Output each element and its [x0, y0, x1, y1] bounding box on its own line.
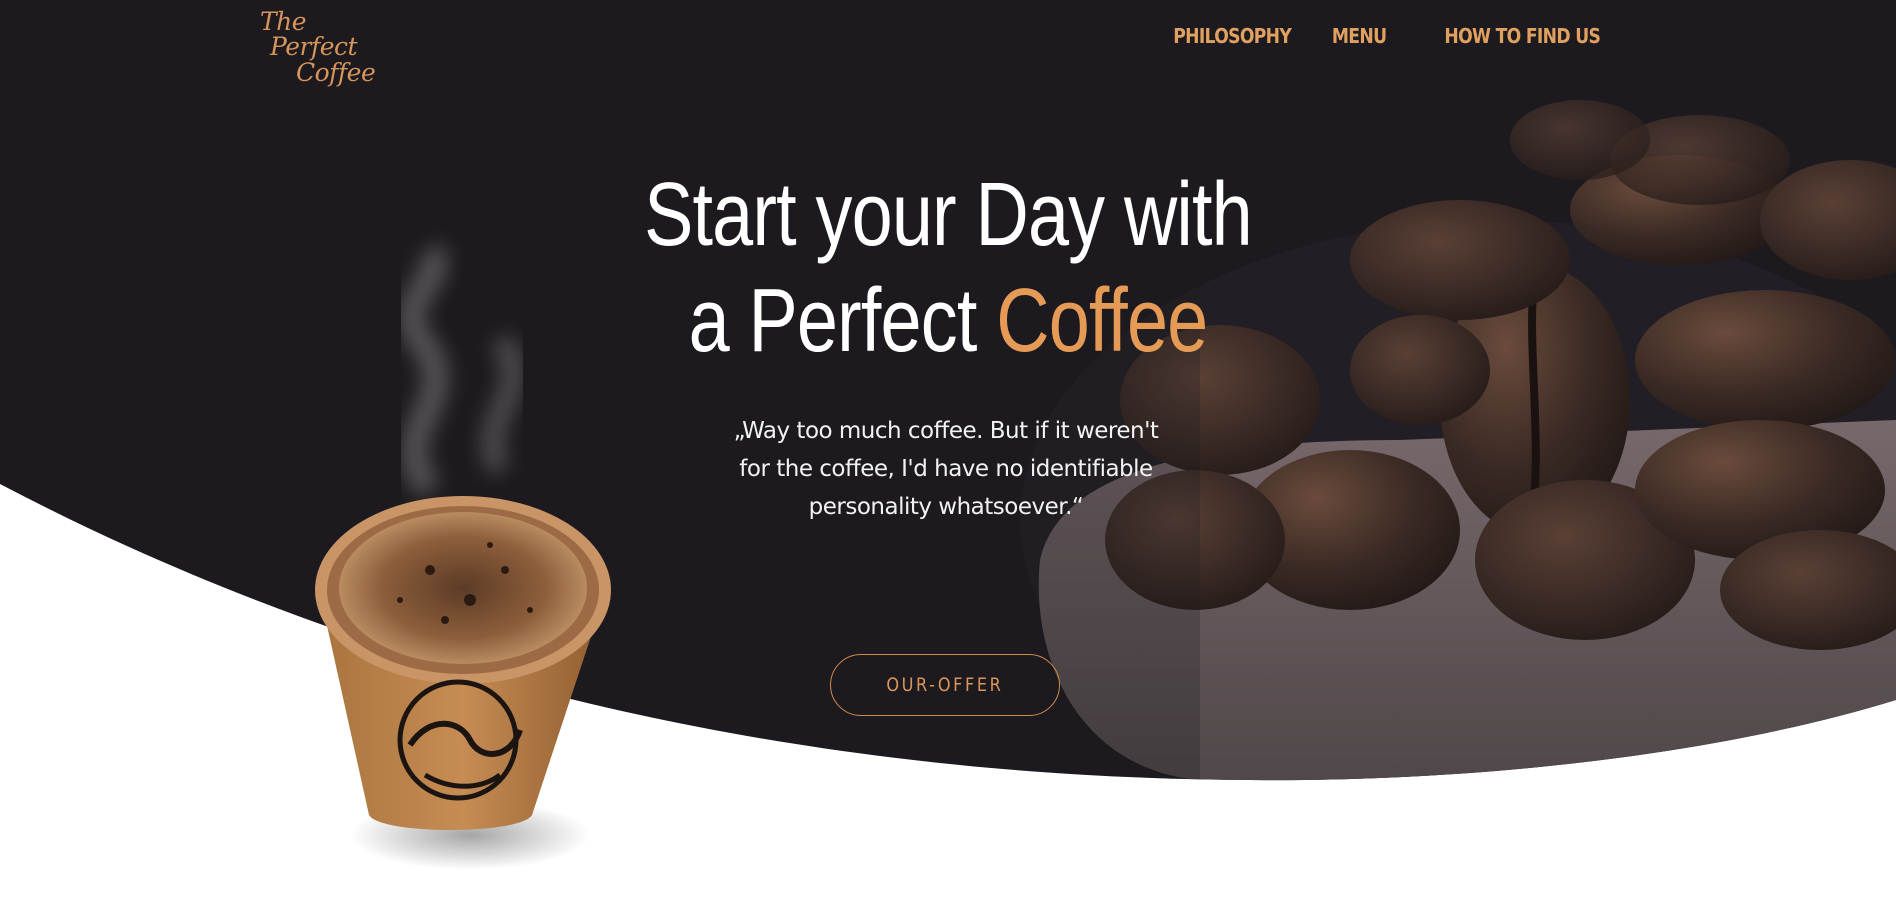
nav-link-philosophy[interactable]: PHILOSOPHY: [1173, 24, 1292, 48]
headline-line-2-prefix: a Perfect: [688, 271, 997, 371]
our-offer-button[interactable]: OUR-OFFER: [830, 654, 1060, 716]
nav-link-menu[interactable]: MENU: [1332, 24, 1387, 48]
headline-line-2: a Perfect Coffee: [581, 268, 1316, 374]
quote-line: for the coffee, I'd have no identifiable: [739, 456, 1153, 482]
headline-accent-word: Coffee: [996, 271, 1208, 371]
hero-headline: Start your Day with a Perfect Coffee: [500, 162, 1396, 374]
hero-quote: „Way too much coffee. But if it weren't …: [700, 412, 1192, 526]
brand-logo[interactable]: The Perfect Coffee: [256, 4, 376, 88]
headline-line-1: Start your Day with: [644, 165, 1253, 265]
nav-link-how-to-find-us[interactable]: HOW TO FIND US: [1444, 24, 1601, 48]
coffee-cup-image: [315, 496, 611, 830]
logo-text-line: Coffee: [296, 58, 376, 87]
our-offer-button-label: OUR-OFFER: [886, 674, 1004, 696]
main-nav: PHILOSOPHY MENU HOW TO FIND US: [1154, 24, 1600, 48]
quote-line: personality whatsoever.“: [808, 494, 1084, 520]
logo-text-line: Perfect: [270, 32, 358, 61]
logo-text-line: The: [260, 7, 307, 36]
quote-line: „Way too much coffee. But if it weren't: [733, 418, 1159, 444]
